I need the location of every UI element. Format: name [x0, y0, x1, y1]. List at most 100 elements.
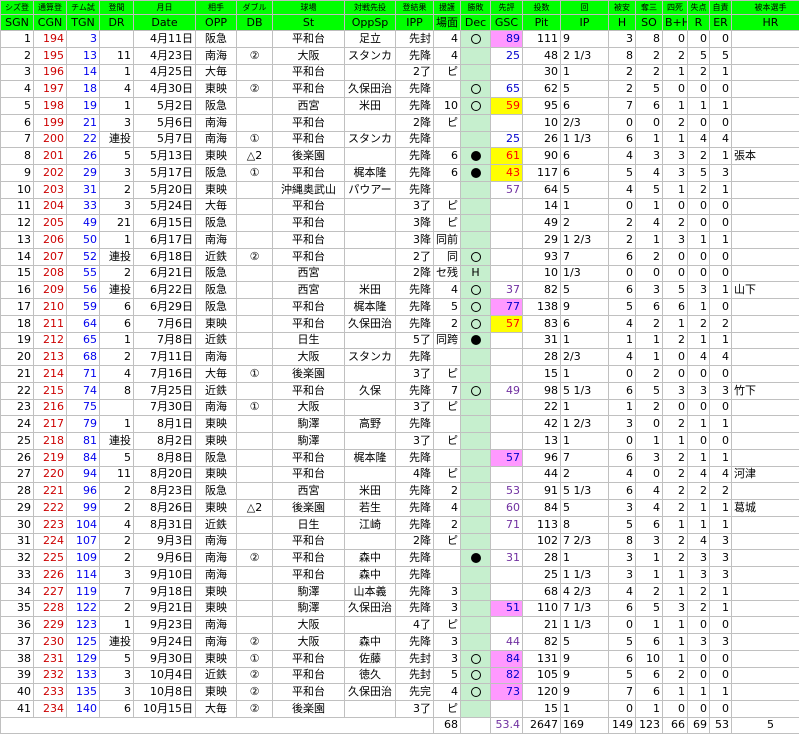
ipp-cell: 先完	[396, 684, 434, 701]
cgn-cell: 196	[34, 64, 67, 81]
ipp-cell: 先降	[396, 148, 434, 165]
ba-cell: ピ	[434, 366, 461, 383]
header-en-cell: DR	[100, 15, 134, 31]
st-cell: 後楽園	[273, 701, 345, 718]
header-jp-cell: 投数	[523, 1, 561, 15]
win-circle-icon	[471, 654, 481, 664]
db-cell: ②	[237, 248, 273, 265]
pit-cell: 90	[523, 148, 561, 165]
tgn-cell: 107	[67, 533, 100, 550]
er-cell: 1	[710, 416, 732, 433]
oppsp-cell: 徳久	[345, 667, 396, 684]
game-score-cell: 89	[491, 31, 523, 48]
table-row: 192126517月8日近鉄日生5了同跨31111211	[1, 332, 799, 349]
game-score-cell: 57	[491, 449, 523, 466]
decision-cell	[461, 47, 491, 64]
bh-cell: 1	[663, 181, 688, 198]
table-row: 3222510929月6日南海②平和台森中先降3128131233	[1, 550, 799, 567]
ipp-cell: 2降	[396, 265, 434, 282]
dr-cell: 1	[100, 232, 134, 249]
tgn-cell: 21	[67, 114, 100, 131]
dr-cell: 11	[100, 466, 134, 483]
db-cell	[237, 215, 273, 232]
ip-cell: 1	[561, 198, 609, 215]
tgn-cell: 29	[67, 165, 100, 182]
tgn-cell: 3	[67, 31, 100, 48]
game-score-cell	[491, 567, 523, 584]
decision-cell	[461, 583, 491, 600]
hr-cell	[732, 399, 799, 416]
oppsp-cell	[345, 265, 396, 282]
ip-cell: 5 1/3	[561, 483, 609, 500]
tgn-cell: 123	[67, 617, 100, 634]
date-cell: 9月23日	[134, 617, 196, 634]
st-cell: 平和台	[273, 248, 345, 265]
tgn-cell: 33	[67, 198, 100, 215]
decision-cell	[461, 64, 491, 81]
table-row: 1220549216月15日阪急平和台3降ピ49224200	[1, 215, 799, 232]
er-cell: 0	[710, 701, 732, 718]
ba-cell: 4	[434, 47, 461, 64]
table-row: 152085526月21日阪急西宮2降セ残H101/300000	[1, 265, 799, 282]
table-row: 51981915月2日阪急西宮米田先降105995676111	[1, 98, 799, 115]
totals-ba: 68	[434, 717, 461, 733]
bh-cell: 2	[663, 114, 688, 131]
h-cell: 0	[609, 701, 636, 718]
table-row: 1420752連投6月18日近鉄②平和台2了同93762000	[1, 248, 799, 265]
dr-cell: 3	[100, 684, 134, 701]
ipp-cell: 3降	[396, 215, 434, 232]
h-cell: 8	[609, 47, 636, 64]
ba-cell: 3	[434, 600, 461, 617]
db-cell	[237, 232, 273, 249]
oppsp-cell: 久保田治	[345, 315, 396, 332]
st-cell: 大阪	[273, 349, 345, 366]
tgn-cell: 109	[67, 550, 100, 567]
table-row: 720022連投5月7日南海①平和台スタンカ先降25261 1/361144	[1, 131, 799, 148]
dr-cell: 2	[100, 600, 134, 617]
ip-cell: 7 2/3	[561, 533, 609, 550]
tgn-cell: 81	[67, 433, 100, 450]
totals-row: 68 53.4 2647 169 149 123 66 69 53 5	[1, 717, 799, 733]
table-row: 222157487月25日近鉄平和台久保先降749985 1/365333竹下	[1, 382, 799, 399]
game-score-cell: 77	[491, 299, 523, 316]
decision-cell	[461, 81, 491, 98]
table-row: 2521881連投8月2日東映駒澤3了ピ13101100	[1, 433, 799, 450]
tgn-cell: 135	[67, 684, 100, 701]
cgn-cell: 231	[34, 650, 67, 667]
db-cell	[237, 382, 273, 399]
oppsp-cell	[345, 533, 396, 550]
ipp-cell: 先降	[396, 516, 434, 533]
header-en-cell: HR	[732, 15, 799, 31]
sgn-cell: 38	[1, 650, 34, 667]
opp-cell: 近鉄	[196, 332, 237, 349]
win-circle-icon	[471, 319, 481, 329]
cgn-cell: 210	[34, 299, 67, 316]
opp-cell: 東映	[196, 81, 237, 98]
er-cell: 0	[710, 617, 732, 634]
cgn-cell: 208	[34, 265, 67, 282]
r-cell: 2	[688, 483, 710, 500]
ba-cell: 3	[434, 583, 461, 600]
opp-cell: 阪急	[196, 299, 237, 316]
bh-cell: 0	[663, 31, 688, 48]
cgn-cell: 202	[34, 165, 67, 182]
decision-cell	[461, 634, 491, 651]
h-cell: 4	[609, 181, 636, 198]
h-cell: 3	[609, 550, 636, 567]
ip-cell: 2 1/3	[561, 47, 609, 64]
hr-cell	[732, 533, 799, 550]
table-row: 3022310448月31日近鉄日生江崎先降271113856111	[1, 516, 799, 533]
bh-cell: 1	[663, 131, 688, 148]
so-cell: 2	[636, 248, 663, 265]
r-cell: 0	[688, 215, 710, 232]
db-cell: ①	[237, 399, 273, 416]
header-row-en: SGNCGNTGNDRDateOPPDBStOppSpIPP場面DecGSCPi…	[1, 15, 799, 31]
er-cell: 0	[710, 433, 732, 450]
hr-cell	[732, 181, 799, 198]
ip-cell: 4 2/3	[561, 583, 609, 600]
dr-cell: 6	[100, 299, 134, 316]
header-jp-cell: 月日	[134, 1, 196, 15]
totals-hr: 5	[732, 717, 799, 733]
ba-cell: ピ	[434, 215, 461, 232]
decision-cell	[461, 617, 491, 634]
